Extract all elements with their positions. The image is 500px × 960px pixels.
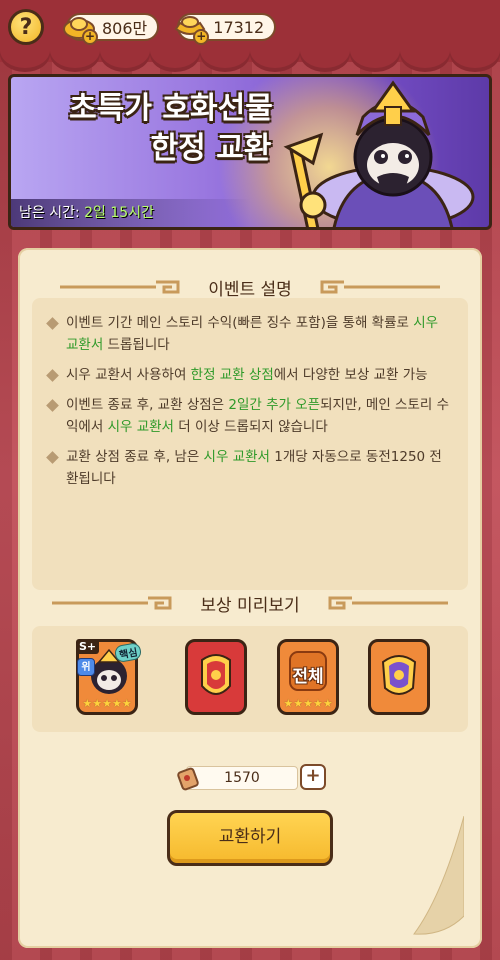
description-item: 시우 교환서 사용하여 한정 교환 상점에서 다양한 보상 교환 가능: [46, 364, 452, 386]
description-item: 이벤트 종료 후, 교환 상점은 2일간 추가 오픈되지만, 메인 스토리 수익…: [46, 394, 452, 438]
top-bar: ? + 806만 + 17312: [8, 8, 492, 46]
event-banner: 초특가 호화선물 한정 교환 남은 시간: 2일 15시간: [8, 74, 492, 230]
left-scroll-ornament: [60, 280, 180, 294]
rewards-header: 보상 미리보기: [18, 588, 482, 618]
purple-emblem-icon: [381, 655, 417, 695]
reward-purple-emblem[interactable]: [368, 639, 430, 715]
add-gold-icon[interactable]: +: [82, 29, 98, 45]
help-button[interactable]: ?: [8, 9, 44, 45]
star-rating: ★ ★ ★ ★ ★: [82, 697, 132, 710]
exchange-voucher-count: 1570: [186, 766, 298, 790]
remaining-time-label: 남은 시간:: [19, 205, 85, 221]
reward-hero-card[interactable]: S+ 위 핵심 ★ ★ ★ ★ ★: [76, 639, 143, 715]
ingot-amount: 17312: [213, 17, 265, 37]
add-voucher-button[interactable]: +: [300, 764, 326, 790]
exchange-button[interactable]: 교환하기: [167, 810, 333, 866]
event-panel: 이벤트 설명 이벤트 기간 메인 스토리 수익(빠른 징수 포함)을 통해 확률…: [18, 248, 482, 948]
right-scroll-ornament: [320, 280, 440, 294]
right-scroll-ornament: [328, 596, 448, 610]
ingot-currency[interactable]: + 17312: [174, 13, 277, 45]
rewards-title: 보상 미리보기: [200, 595, 300, 616]
banner-title: 초특가 호화선물 한정 교환: [21, 89, 321, 169]
description-list: 이벤트 기간 메인 스토리 수익(빠른 징수 포함)을 통해 확률로 시우 교환…: [32, 298, 468, 490]
reward-all-pack[interactable]: 전체 ★ ★ ★ ★ ★: [277, 639, 339, 715]
banner-title-line1: 초특가 호화선물: [69, 91, 273, 126]
description-box: 이벤트 기간 메인 스토리 수익(빠른 징수 포함)을 통해 확률로 시우 교환…: [32, 298, 468, 590]
banner-title-line2: 한정 교환: [150, 131, 272, 166]
description-title: 이벤트 설명: [208, 279, 292, 300]
rarity-badge: S+: [76, 639, 100, 654]
description-item: 교환 상점 종료 후, 남은 시우 교환서 1개당 자동으로 동전1250 전환…: [46, 446, 452, 490]
all-label: 전체: [292, 667, 324, 687]
page-curl-decoration: [413, 816, 464, 935]
gold-amount: 806만: [102, 19, 148, 38]
remaining-time: 남은 시간: 2일 15시간: [11, 199, 251, 227]
reward-red-emblem[interactable]: [185, 639, 247, 715]
description-item: 이벤트 기간 메인 스토리 수익(빠른 징수 포함)을 통해 확률로 시우 교환…: [46, 312, 452, 356]
position-badge: 위: [77, 658, 95, 676]
star-rating: ★ ★ ★ ★ ★: [283, 697, 333, 710]
exchange-voucher-icon: [177, 767, 199, 791]
left-scroll-ornament: [52, 596, 172, 610]
gold-currency[interactable]: + 806만: [63, 13, 160, 45]
core-tag: 핵심: [113, 641, 143, 664]
rewards-preview: S+ 위 핵심 ★ ★ ★ ★ ★ 전체 ★ ★ ★ ★ ★: [32, 626, 468, 732]
red-emblem-icon: [201, 654, 231, 695]
exchange-quantity: 1570 +: [176, 764, 326, 791]
remaining-time-value: 2일 15시간: [84, 205, 154, 221]
